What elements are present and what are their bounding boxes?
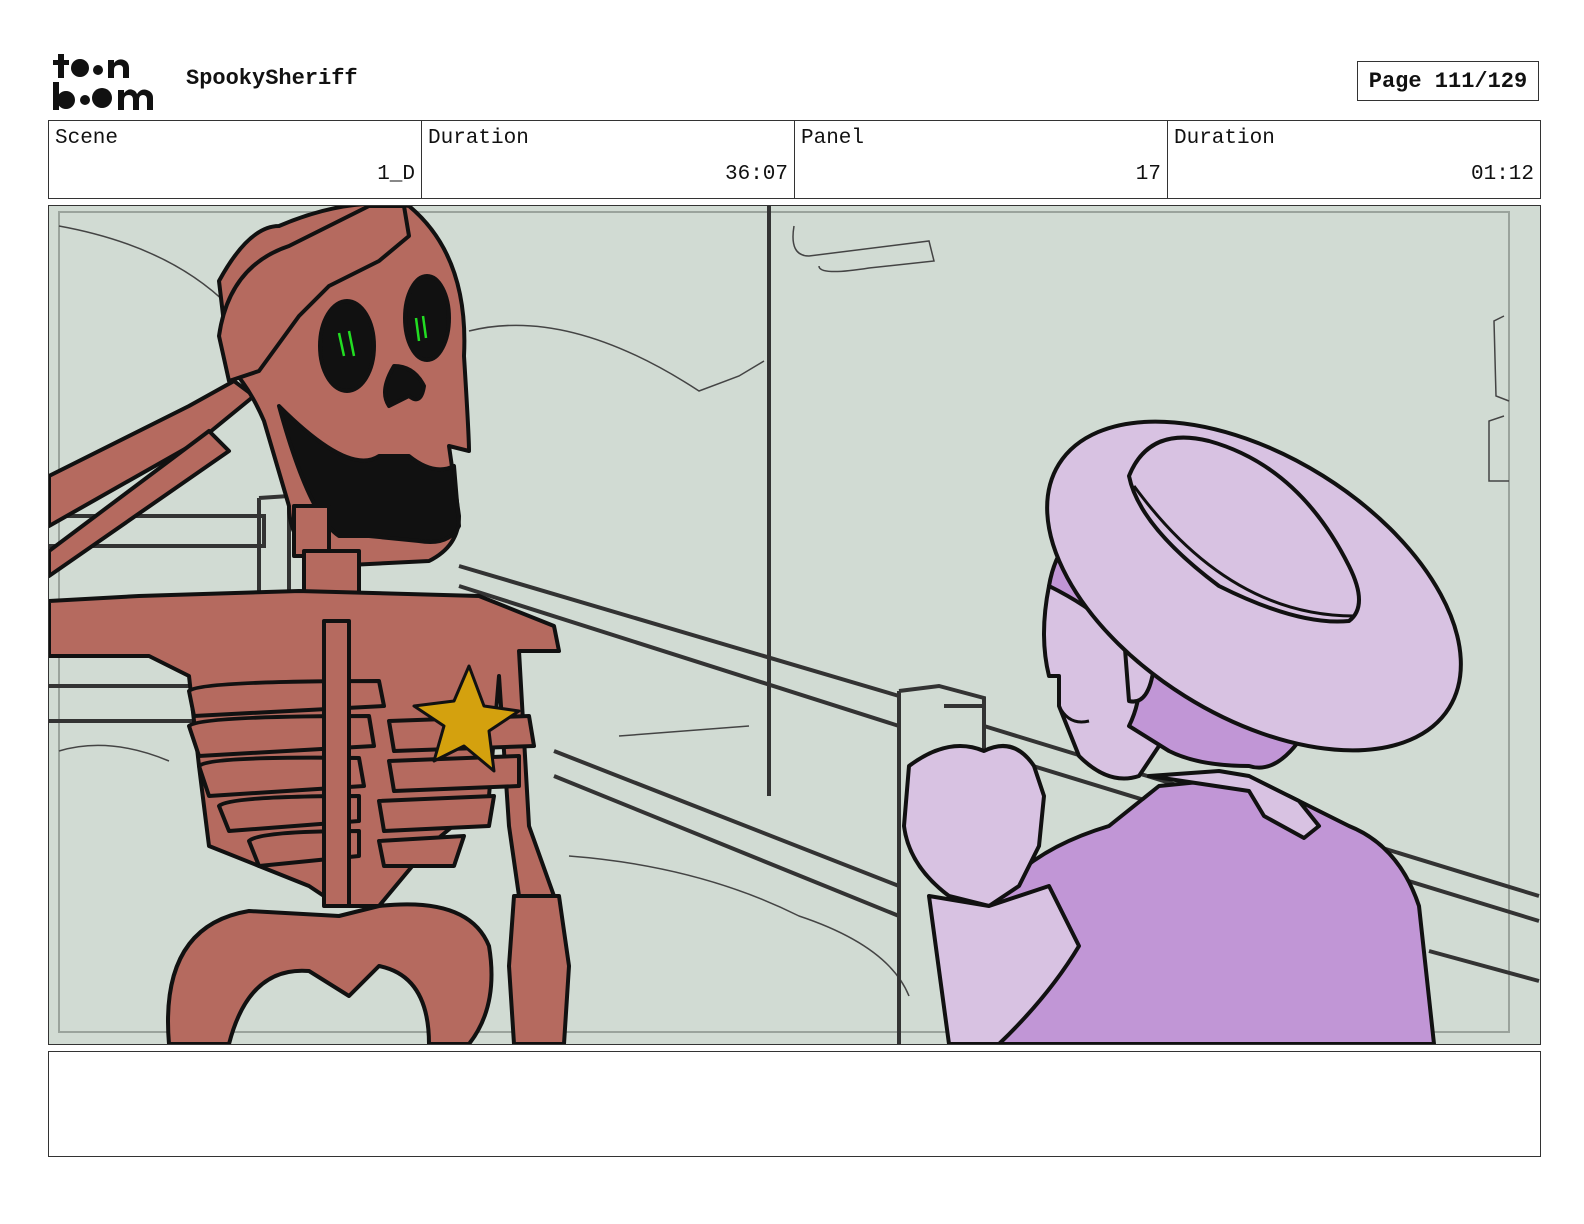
page-number: Page 111/129 (1357, 61, 1539, 101)
panel-duration-label: Duration (1174, 127, 1275, 150)
panel-cell: Panel 17 (795, 121, 1168, 198)
scene-value: 1_D (377, 163, 415, 186)
panel-label: Panel (801, 127, 865, 150)
project-title: SpookySheriff (186, 66, 358, 91)
panel-illustration (49, 206, 1540, 1044)
panel-duration-value: 01:12 (1470, 163, 1534, 186)
panel-notes (48, 1051, 1541, 1157)
toon-boom-logo (52, 50, 164, 112)
panel-value: 17 (1135, 163, 1161, 186)
scene-duration-value: 36:07 (724, 163, 788, 186)
panel-duration-cell: Duration 01:12 (1168, 121, 1540, 198)
scene-duration-label: Duration (428, 127, 529, 150)
panel-info-table: Scene 1_D Duration 36:07 Panel 17 Durati… (48, 120, 1541, 199)
storyboard-panel (48, 205, 1541, 1045)
scene-label: Scene (55, 127, 119, 150)
scene-duration-cell: Duration 36:07 (422, 121, 795, 198)
scene-cell: Scene 1_D (49, 121, 422, 198)
